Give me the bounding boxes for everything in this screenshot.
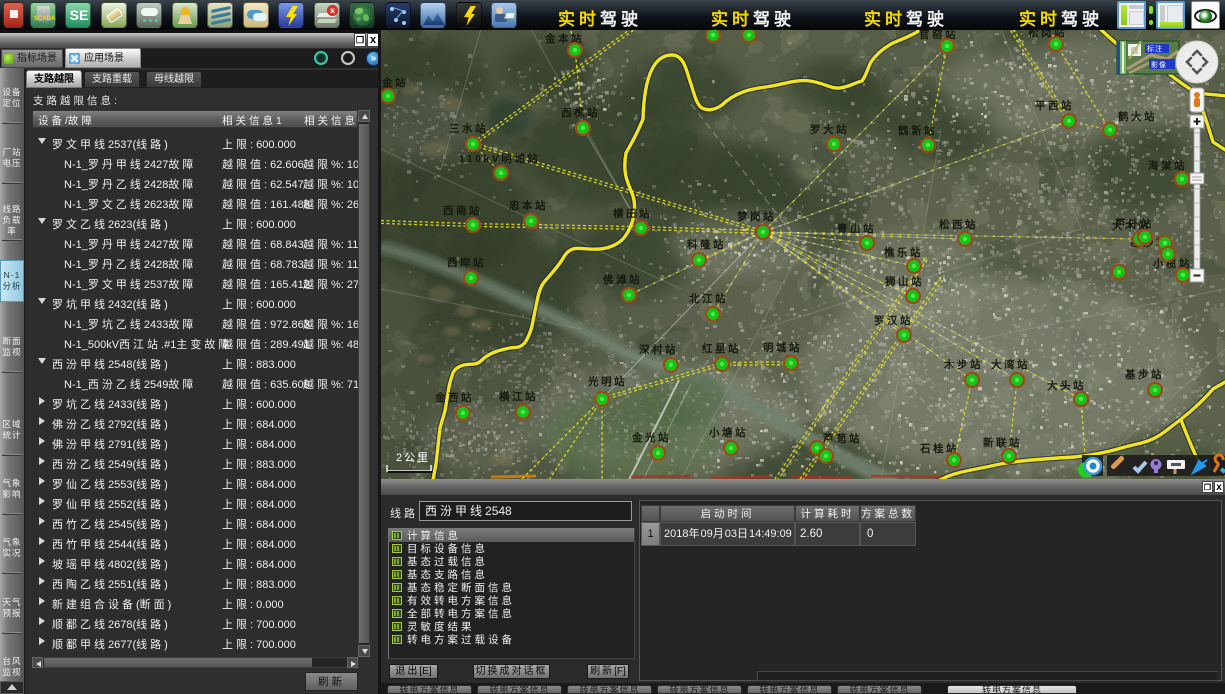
svg-text:罗大站: 罗大站 <box>810 123 849 136</box>
svg-text:2公里: 2公里 <box>396 451 430 464</box>
svg-text:狮山站: 狮山站 <box>884 275 924 288</box>
svg-text:深村站: 深村站 <box>639 343 678 356</box>
svg-text:木步站: 木步站 <box>943 358 983 371</box>
svg-text:北江站: 北江站 <box>689 292 728 305</box>
svg-text:佛滩站: 佛滩站 <box>602 273 642 286</box>
svg-text:横江站: 横江站 <box>499 390 538 403</box>
svg-text:忠本站: 忠本站 <box>509 199 548 212</box>
svg-text:金站: 金站 <box>381 76 408 89</box>
svg-text:罗汉站: 罗汉站 <box>874 314 913 327</box>
svg-text:明城站: 明城站 <box>763 341 802 354</box>
svg-text:海棠站: 海棠站 <box>1148 159 1187 172</box>
svg-text:光明站: 光明站 <box>587 375 627 388</box>
svg-text:鹤大站: 鹤大站 <box>1117 110 1157 123</box>
svg-text:松岗站: 松岗站 <box>1028 29 1067 39</box>
svg-text:樵乐站: 樵乐站 <box>884 246 923 259</box>
svg-text:松西站: 松西站 <box>939 218 978 231</box>
svg-text:梦岗站: 梦岗站 <box>737 210 776 223</box>
svg-text:科隆站: 科隆站 <box>687 238 726 251</box>
svg-text:大头站: 大头站 <box>1047 379 1086 392</box>
svg-text:青山站: 青山站 <box>837 222 876 235</box>
svg-text:金西站: 金西站 <box>434 391 474 404</box>
svg-text:大湾站: 大湾站 <box>991 358 1030 371</box>
svg-text:官窑站: 官窑站 <box>919 29 958 41</box>
svg-text:红星站: 红星站 <box>702 342 741 355</box>
svg-text:西樵站: 西樵站 <box>561 106 600 119</box>
svg-text:金光站: 金光站 <box>631 431 671 444</box>
svg-text:三水站: 三水站 <box>449 122 488 135</box>
svg-text:西南站: 西南站 <box>443 204 482 217</box>
svg-text:新联站: 新联站 <box>983 436 1022 449</box>
svg-text:西岸站: 西岸站 <box>447 256 486 269</box>
svg-text:小塘站: 小塘站 <box>708 426 748 439</box>
svg-text:标注: 标注 <box>1147 44 1163 53</box>
svg-text:芦苞站: 芦苞站 <box>823 432 862 445</box>
svg-text:基步站: 基步站 <box>1124 368 1164 381</box>
svg-text:影像: 影像 <box>1151 60 1167 69</box>
svg-text:鹤新站: 鹤新站 <box>897 124 937 137</box>
svg-text:110kV明城站: 110kV明城站 <box>459 152 540 165</box>
svg-text:横田站: 横田站 <box>613 207 652 220</box>
svg-text:芦外站: 芦外站 <box>1115 217 1154 230</box>
svg-text:平西站: 平西站 <box>1035 99 1074 112</box>
